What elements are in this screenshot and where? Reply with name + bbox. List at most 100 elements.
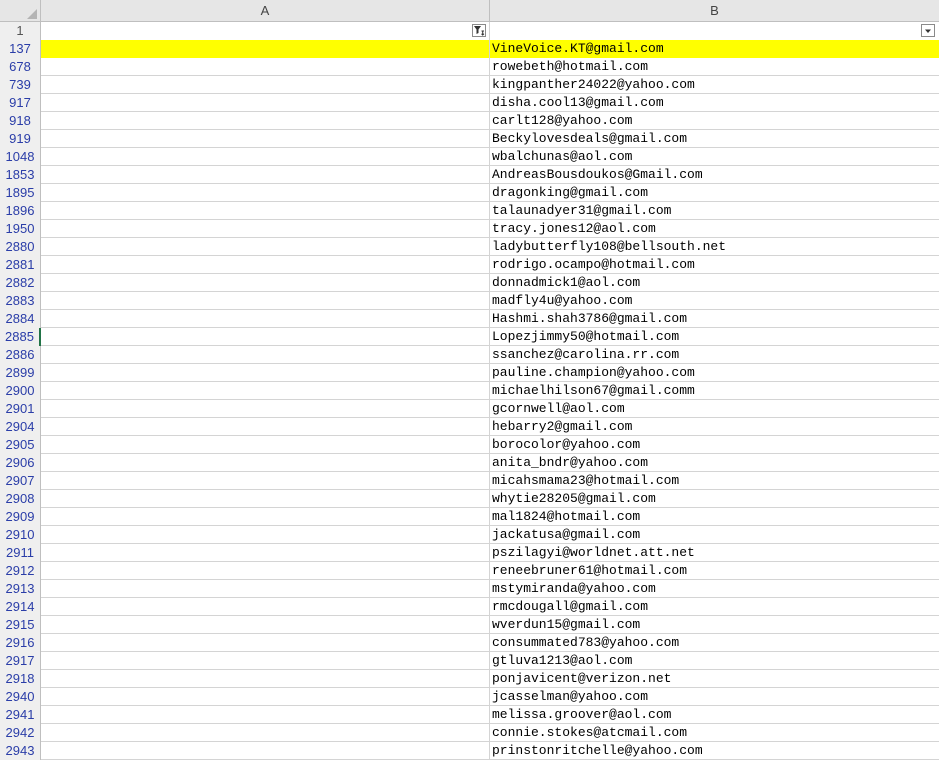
row-number[interactable]: 2918 — [0, 670, 41, 688]
cell-a[interactable] — [41, 562, 490, 580]
email-cell[interactable]: donnadmick1@aol.com — [490, 274, 939, 292]
cell-a[interactable] — [41, 274, 490, 292]
cell-a[interactable] — [41, 490, 490, 508]
email-cell[interactable]: pszilagyi@worldnet.att.net — [490, 544, 939, 562]
row-number[interactable]: 2914 — [0, 598, 41, 616]
email-cell[interactable]: kingpanther24022@yahoo.com — [490, 76, 939, 94]
row-number[interactable]: 2885 — [0, 328, 41, 346]
row-number[interactable]: 2899 — [0, 364, 41, 382]
row-number[interactable]: 2910 — [0, 526, 41, 544]
row-number[interactable]: 1896 — [0, 202, 41, 220]
email-cell[interactable]: Lopezjimmy50@hotmail.com — [490, 328, 939, 346]
email-cell[interactable]: gtluva1213@aol.com — [490, 652, 939, 670]
row-number[interactable]: 678 — [0, 58, 41, 76]
cell-a[interactable] — [41, 220, 490, 238]
email-cell[interactable]: dragonking@gmail.com — [490, 184, 939, 202]
email-cell[interactable]: ssanchez@carolina.rr.com — [490, 346, 939, 364]
email-cell[interactable]: carlt128@yahoo.com — [490, 112, 939, 130]
row-number[interactable]: 2912 — [0, 562, 41, 580]
row-number[interactable]: 1950 — [0, 220, 41, 238]
cell-a[interactable] — [41, 724, 490, 742]
row-number[interactable]: 1 — [0, 22, 41, 40]
email-cell[interactable]: talaunadyer31@gmail.com — [490, 202, 939, 220]
cell-a[interactable] — [41, 364, 490, 382]
email-cell[interactable]: wbalchunas@aol.com — [490, 148, 939, 166]
email-cell[interactable]: rmcdougall@gmail.com — [490, 598, 939, 616]
cell-a[interactable] — [41, 688, 490, 706]
cell-a[interactable] — [41, 256, 490, 274]
row-number[interactable]: 739 — [0, 76, 41, 94]
cell-a[interactable] — [41, 328, 490, 346]
cell-a[interactable] — [41, 706, 490, 724]
email-cell[interactable]: ponjavicent@verizon.net — [490, 670, 939, 688]
cell-a[interactable] — [41, 148, 490, 166]
header-cell-a[interactable] — [41, 22, 490, 40]
cell-a[interactable] — [41, 94, 490, 112]
email-cell[interactable]: michaelhilson67@gmail.comm — [490, 382, 939, 400]
cell-a[interactable] — [41, 580, 490, 598]
cell-a[interactable] — [41, 454, 490, 472]
row-number[interactable]: 1895 — [0, 184, 41, 202]
row-number[interactable]: 2900 — [0, 382, 41, 400]
email-cell[interactable]: connie.stokes@atcmail.com — [490, 724, 939, 742]
row-number[interactable]: 2940 — [0, 688, 41, 706]
email-cell[interactable]: consummated783@yahoo.com — [490, 634, 939, 652]
cell-a[interactable] — [41, 418, 490, 436]
row-number[interactable]: 137 — [0, 40, 41, 58]
email-cell[interactable]: jcasselman@yahoo.com — [490, 688, 939, 706]
row-number[interactable]: 1048 — [0, 148, 41, 166]
row-number[interactable]: 2886 — [0, 346, 41, 364]
cell-a[interactable] — [41, 346, 490, 364]
cell-a[interactable] — [41, 130, 490, 148]
email-cell[interactable]: mstymiranda@yahoo.com — [490, 580, 939, 598]
cell-a[interactable] — [41, 184, 490, 202]
cell-a[interactable] — [41, 76, 490, 94]
row-number[interactable]: 2908 — [0, 490, 41, 508]
row-number[interactable]: 2901 — [0, 400, 41, 418]
email-cell[interactable]: Hashmi.shah3786@gmail.com — [490, 310, 939, 328]
cell-a[interactable] — [41, 166, 490, 184]
row-number[interactable]: 2915 — [0, 616, 41, 634]
cell-a[interactable] — [41, 472, 490, 490]
cell-a[interactable] — [41, 652, 490, 670]
column-header-b[interactable]: B — [490, 0, 939, 22]
email-cell[interactable]: madfly4u@yahoo.com — [490, 292, 939, 310]
row-number[interactable]: 2882 — [0, 274, 41, 292]
cell-a[interactable] — [41, 598, 490, 616]
email-cell[interactable]: reneebruner61@hotmail.com — [490, 562, 939, 580]
email-cell[interactable]: Beckylovesdeals@gmail.com — [490, 130, 939, 148]
cell-a[interactable] — [41, 40, 490, 58]
email-cell[interactable]: melissa.groover@aol.com — [490, 706, 939, 724]
cell-a[interactable] — [41, 742, 490, 760]
row-number[interactable]: 2881 — [0, 256, 41, 274]
email-cell[interactable]: borocolor@yahoo.com — [490, 436, 939, 454]
row-number[interactable]: 2913 — [0, 580, 41, 598]
header-cell-b[interactable] — [490, 22, 939, 40]
row-number[interactable]: 2909 — [0, 508, 41, 526]
email-cell[interactable]: AndreasBousdoukos@Gmail.com — [490, 166, 939, 184]
email-cell[interactable]: anita_bndr@yahoo.com — [490, 454, 939, 472]
cell-a[interactable] — [41, 202, 490, 220]
email-cell[interactable]: micahsmama23@hotmail.com — [490, 472, 939, 490]
column-header-a[interactable]: A — [41, 0, 490, 22]
email-cell[interactable]: disha.cool13@gmail.com — [490, 94, 939, 112]
row-number[interactable]: 1853 — [0, 166, 41, 184]
email-cell[interactable]: mal1824@hotmail.com — [490, 508, 939, 526]
email-cell[interactable]: ladybutterfly108@bellsouth.net — [490, 238, 939, 256]
cell-a[interactable] — [41, 238, 490, 256]
cell-a[interactable] — [41, 436, 490, 454]
row-number[interactable]: 2883 — [0, 292, 41, 310]
cell-a[interactable] — [41, 310, 490, 328]
row-number[interactable]: 2904 — [0, 418, 41, 436]
email-cell[interactable]: jackatusa@gmail.com — [490, 526, 939, 544]
row-number[interactable]: 2907 — [0, 472, 41, 490]
cell-a[interactable] — [41, 526, 490, 544]
cell-a[interactable] — [41, 400, 490, 418]
row-number[interactable]: 2884 — [0, 310, 41, 328]
cell-a[interactable] — [41, 544, 490, 562]
filter-active-button[interactable] — [472, 24, 486, 37]
email-cell[interactable]: pauline.champion@yahoo.com — [490, 364, 939, 382]
row-number[interactable]: 2911 — [0, 544, 41, 562]
email-cell[interactable]: wverdun15@gmail.com — [490, 616, 939, 634]
email-cell[interactable]: VineVoice.KT@gmail.com — [490, 40, 939, 58]
